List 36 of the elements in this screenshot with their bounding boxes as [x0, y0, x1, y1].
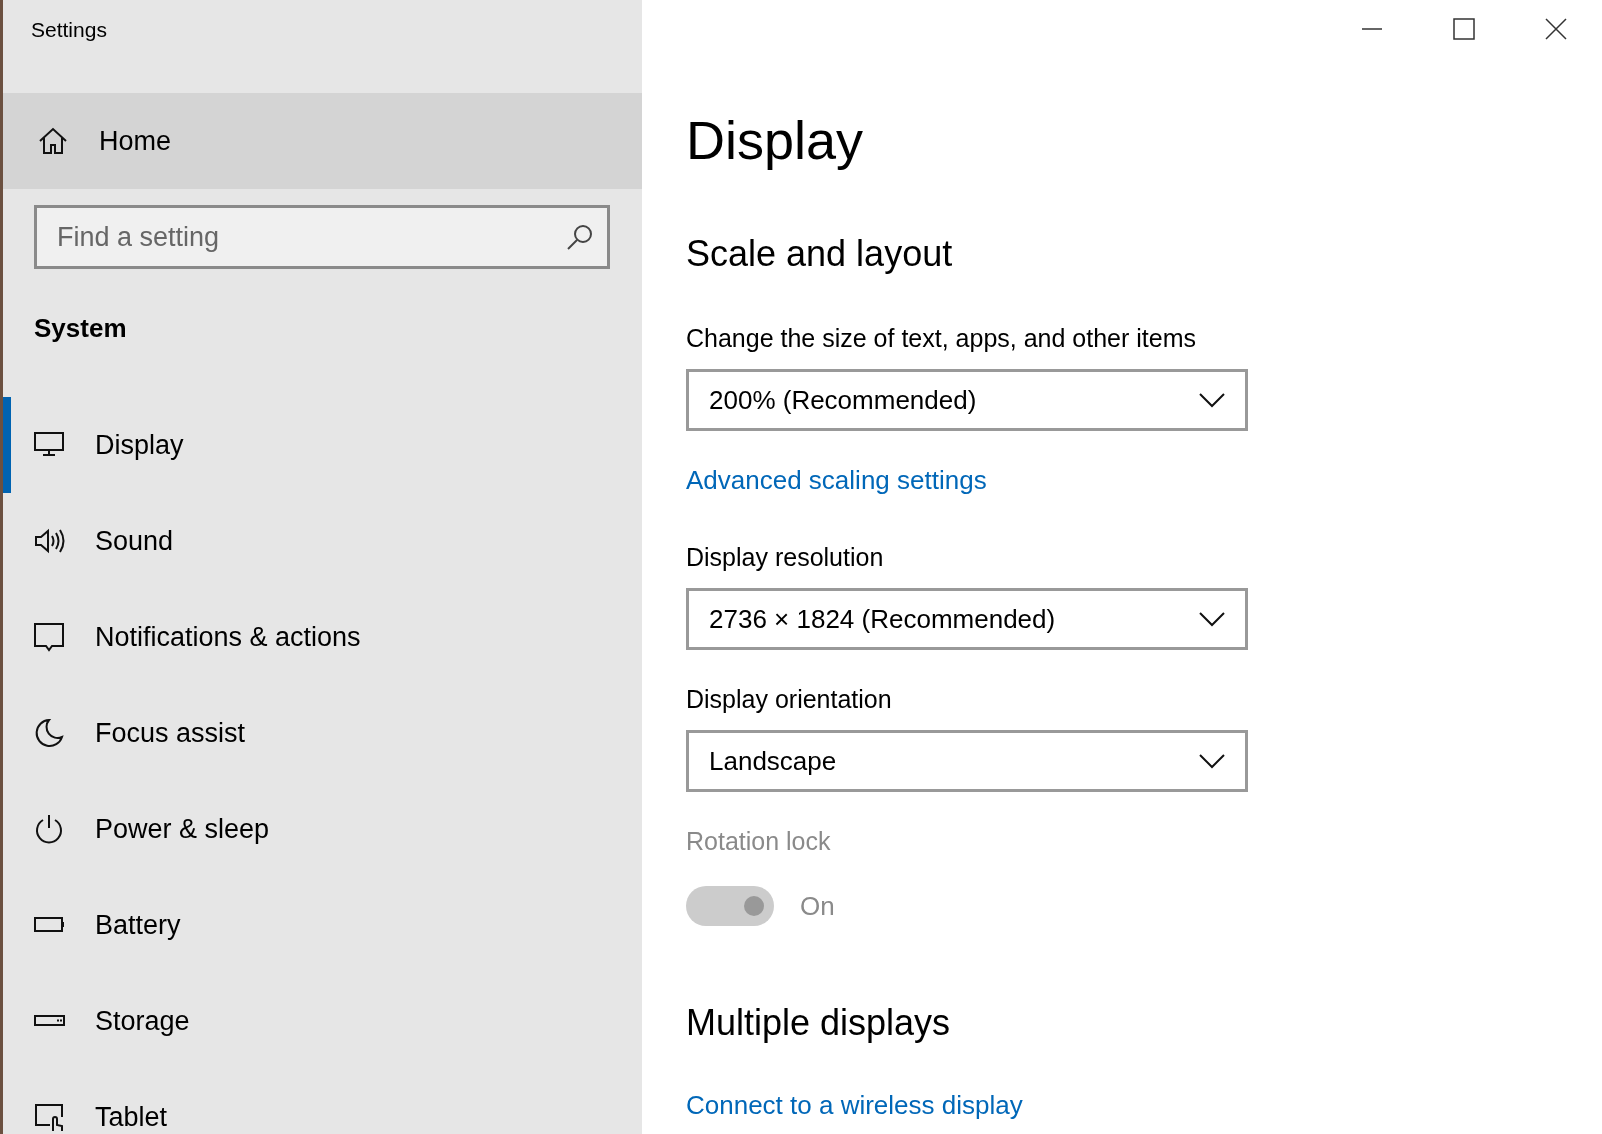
setting-label: Change the size of text, apps, and other items	[686, 323, 1198, 354]
notifications-icon	[33, 621, 65, 653]
nav-item[interactable]: Storage	[3, 973, 642, 1069]
power-icon	[33, 813, 65, 845]
window-title: Settings	[31, 18, 107, 41]
setting-label: Rotation lock	[686, 826, 832, 857]
nav-item[interactable]: Tablet	[3, 1069, 642, 1134]
nav-item[interactable]: Power & sleep	[3, 781, 642, 877]
section-heading: Scale and layout	[686, 233, 953, 274]
setting-label: Display resolution	[686, 542, 885, 573]
link[interactable]: Advanced scaling settings	[686, 463, 987, 497]
nav-item[interactable]: Display	[3, 397, 642, 493]
chevron-down-icon	[1199, 392, 1225, 408]
search-field[interactable]: Find a setting	[34, 205, 610, 269]
close-icon	[1545, 18, 1567, 40]
nav-item[interactable]: Notifications & actions	[3, 589, 642, 685]
chevron-down-icon	[1199, 753, 1225, 769]
section-heading: Multiple displays	[686, 1002, 951, 1043]
page-title: Display	[686, 110, 864, 170]
home-nav-item[interactable]: Home	[3, 93, 642, 189]
nav-item[interactable]: Focus assist	[3, 685, 642, 781]
dropdown[interactable]: 2736 × 1824 (Recommended)	[686, 588, 1248, 650]
link[interactable]: Connect to a wireless display	[686, 1088, 1023, 1122]
nav-item[interactable]: Sound	[3, 493, 642, 589]
search-icon	[566, 223, 594, 251]
home-icon	[37, 125, 69, 157]
section-heading: System	[34, 313, 127, 343]
tablet-icon	[33, 1101, 65, 1133]
dropdown[interactable]: 200% (Recommended)	[686, 369, 1248, 431]
nav-item[interactable]: Battery	[3, 877, 642, 973]
maximize-icon	[1453, 18, 1475, 40]
minimize-icon	[1361, 28, 1383, 30]
setting-label: Display orientation	[686, 684, 893, 715]
toggle-state: On	[800, 890, 835, 922]
dropdown[interactable]: Landscape	[686, 730, 1248, 792]
chevron-down-icon	[1199, 611, 1225, 627]
